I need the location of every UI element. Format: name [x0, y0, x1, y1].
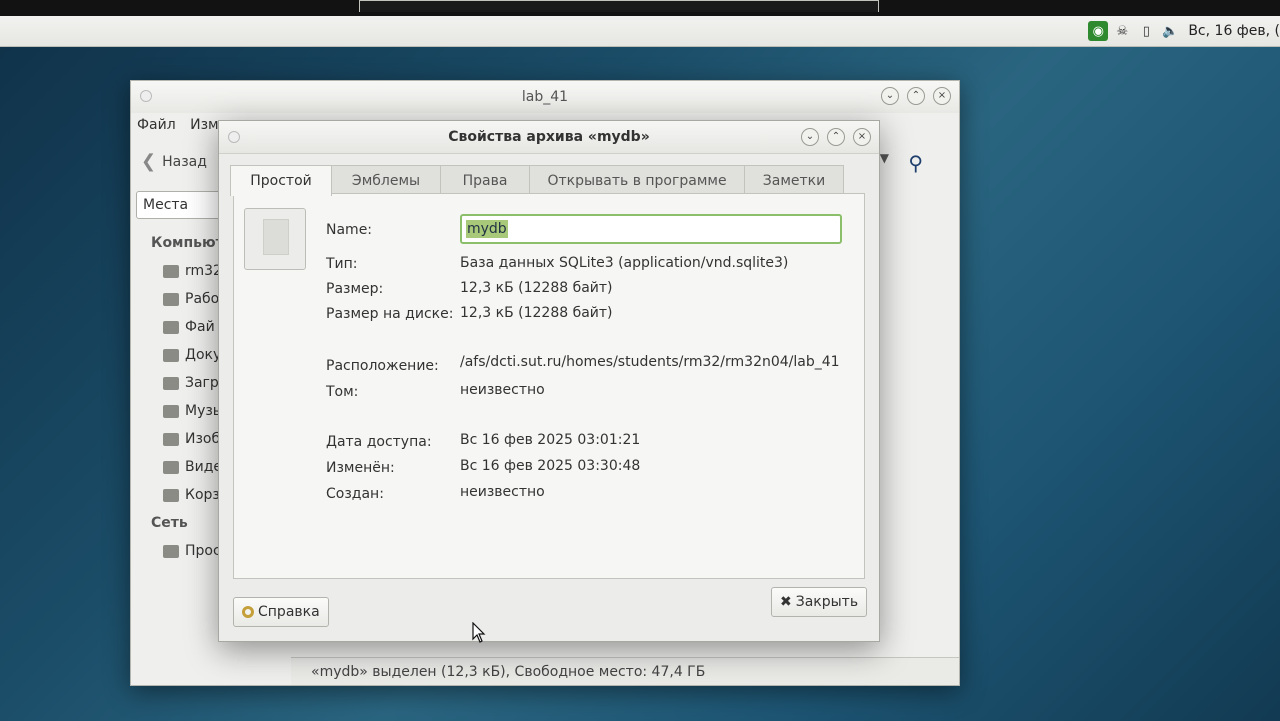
volume-label: Том: [326, 384, 359, 400]
places-select[interactable]: Места [136, 191, 226, 219]
close-x-icon: ✖ [780, 594, 792, 610]
name-value: mydb [466, 220, 508, 238]
tab-emblems[interactable]: Эмблемы [331, 165, 441, 194]
volume-icon[interactable]: 🔈 [1160, 21, 1180, 41]
size-value: 12,3 кБ (12288 байт) [460, 280, 613, 296]
file-manager-title: lab_41 [521, 89, 569, 105]
maximize-icon[interactable]: ⌃ [907, 87, 925, 105]
status-bar: «mydb» выделен (12,3 кБ), Свободное мест… [291, 657, 959, 685]
close-icon[interactable]: × [933, 87, 951, 105]
name-label: Name: [326, 222, 373, 238]
file-manager-titlebar: lab_41 ⌄ ⌃ × [131, 81, 959, 113]
sidebar-item-label: Доку [185, 347, 221, 363]
file-icon[interactable] [244, 208, 306, 270]
browser-tab-bar [359, 0, 879, 12]
top-panel: ◉ ☠ ▯ 🔈 Вс, 16 фев, ( [0, 16, 1280, 47]
sidebar-item-label: Фай [185, 319, 215, 335]
accessed-value: Вс 16 фев 2025 03:01:21 [460, 432, 641, 448]
skull-icon[interactable]: ☠ [1112, 21, 1132, 41]
back-label: Назад [162, 153, 207, 170]
file-icon [163, 320, 179, 334]
properties-dialog: Свойства архива «mydb» ⌄ ⌃ × Простой Эмб… [218, 120, 880, 642]
modified-value: Вс 16 фев 2025 03:30:48 [460, 458, 641, 474]
disk-size-value: 12,3 кБ (12288 байт) [460, 305, 613, 321]
disk-size-label: Размер на диске: [326, 306, 454, 322]
tab-bar: Простой Эмблемы Права Открывать в програ… [230, 165, 861, 196]
tab-basic[interactable]: Простой [230, 165, 332, 196]
sidebar-item-label: Корз [185, 487, 220, 503]
sidebar-item[interactable]: Изоб [163, 425, 221, 453]
sidebar-item-label: Загр [185, 375, 219, 391]
folder-icon [163, 264, 179, 278]
location-label: Расположение: [326, 358, 439, 374]
sidebar-item-label: Прос [185, 543, 221, 559]
network-icon [163, 544, 179, 558]
system-tray: ◉ ☠ ▯ 🔈 Вс, 16 фев, ( [1088, 19, 1280, 43]
sidebar-item-label: Изоб [185, 431, 221, 447]
path-dropdown-icon[interactable]: ▼ [880, 151, 889, 165]
back-arrow-icon: ❮ [141, 151, 157, 172]
sidebar-item-label: Музь [185, 403, 221, 419]
type-value: База данных SQLite3 (application/vnd.sql… [460, 255, 789, 271]
sidebar-item-label: Рабо [185, 291, 220, 307]
search-icon[interactable]: ⚲ [908, 151, 923, 175]
sidebar-item[interactable]: Виде [163, 453, 221, 481]
created-value: неизвестно [460, 484, 545, 500]
sidebar-heading-network: Сеть [151, 515, 188, 531]
folder-icon [163, 292, 179, 306]
help-button-label: Справка [258, 604, 320, 620]
menu-file[interactable]: Файл [137, 117, 176, 133]
lifebuoy-icon [242, 606, 254, 618]
trash-icon [163, 488, 179, 502]
close-button[interactable]: ✖ Закрыть [771, 587, 868, 617]
sidebar-item[interactable]: rm32 [163, 257, 221, 285]
blank-icon[interactable]: ▯ [1136, 21, 1156, 41]
maximize-icon[interactable]: ⌃ [827, 128, 845, 146]
dialog-titlebar: Свойства архива «mydb» ⌄ ⌃ × [219, 121, 879, 154]
folder-icon [163, 432, 179, 446]
folder-icon [163, 460, 179, 474]
sidebar-item[interactable]: Корз [163, 481, 221, 509]
volume-value: неизвестно [460, 382, 545, 398]
accessed-label: Дата доступа: [326, 434, 432, 450]
eye-icon[interactable]: ◉ [1088, 21, 1109, 41]
folder-icon [163, 404, 179, 418]
tab-open-with[interactable]: Открывать в программе [529, 165, 745, 194]
sidebar: Компьют rm32 Рабо Фай Доку Загр Музь Изо… [133, 231, 224, 679]
folder-icon [163, 348, 179, 362]
sidebar-item-label: rm32 [185, 263, 221, 279]
size-label: Размер: [326, 281, 384, 297]
sidebar-item[interactable]: Фай [163, 313, 221, 341]
minimize-icon[interactable]: ⌄ [801, 128, 819, 146]
help-button[interactable]: Справка [233, 597, 329, 627]
menu-bar: Файл Изм [137, 117, 229, 133]
sidebar-heading-computer: Компьют [151, 235, 224, 251]
menu-edit[interactable]: Изм [190, 117, 218, 133]
basic-tab-content: Name: mydb Тип: База данных SQLite3 (app… [233, 193, 865, 579]
sidebar-item[interactable]: Доку [163, 341, 221, 369]
sidebar-item-label: Виде [185, 459, 221, 475]
type-label: Тип: [326, 256, 358, 272]
close-icon[interactable]: × [853, 128, 871, 146]
sidebar-item[interactable]: Загр [163, 369, 221, 397]
clock[interactable]: Вс, 16 фев, ( [1188, 23, 1280, 39]
modified-label: Изменён: [326, 460, 395, 476]
close-button-label: Закрыть [795, 594, 859, 610]
created-label: Создан: [326, 486, 384, 502]
folder-icon [163, 376, 179, 390]
minimize-icon[interactable]: ⌄ [881, 87, 899, 105]
back-button[interactable]: ❮ Назад [141, 151, 207, 172]
tab-permissions[interactable]: Права [440, 165, 530, 194]
name-field[interactable]: mydb [460, 214, 842, 244]
sidebar-item[interactable]: Прос [163, 537, 221, 565]
location-value: /afs/dcti.sut.ru/homes/students/rm32/rm3… [460, 354, 840, 370]
sidebar-item[interactable]: Музь [163, 397, 221, 425]
dialog-title: Свойства архива «mydb» [448, 129, 650, 145]
top-strip [0, 0, 1280, 16]
tab-notes[interactable]: Заметки [744, 165, 844, 194]
sidebar-item[interactable]: Рабо [163, 285, 221, 313]
mouse-cursor-icon [472, 622, 486, 643]
